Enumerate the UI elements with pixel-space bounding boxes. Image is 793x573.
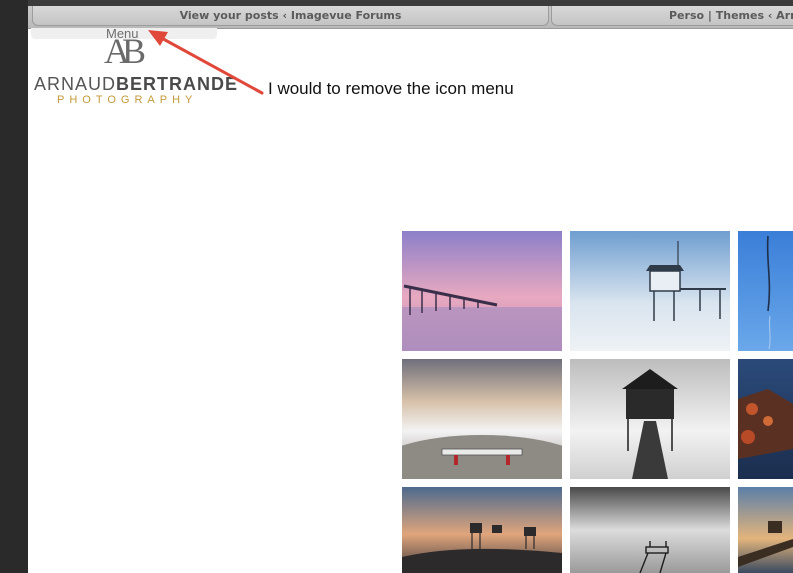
annotation-arrow-icon xyxy=(148,30,264,95)
logo-monogram: AB xyxy=(104,31,146,71)
thumbnail-pier-sunset[interactable] xyxy=(402,231,562,351)
browser-tab-bar: View your posts ‹ Imagevue Forums Perso … xyxy=(28,0,793,29)
annotation-text: I would to remove the icon menu xyxy=(268,79,514,98)
thumbnail-bw-pavilion-jetty[interactable] xyxy=(570,359,730,479)
thumbnail-bench-long-exposure[interactable] xyxy=(402,359,562,479)
thumbnail-bw-diving-platform[interactable] xyxy=(570,487,730,573)
thumbnail-fishing-hut-mist[interactable] xyxy=(570,231,730,351)
tab-imagevue-forums[interactable]: View your posts ‹ Imagevue Forums xyxy=(32,6,549,26)
thumbnail-blue-branch[interactable] xyxy=(738,231,793,351)
logo-name-light: ARNAUD xyxy=(34,74,117,94)
tab-perso-themes[interactable]: Perso | Themes ‹ Arna xyxy=(551,6,793,26)
thumbnail-wooden-walkway-dusk[interactable] xyxy=(738,487,793,573)
thumbnail-red-rocks-sea[interactable] xyxy=(738,359,793,479)
thumbnail-stilt-huts-sunset[interactable] xyxy=(402,487,562,573)
window-left-frame xyxy=(0,0,28,573)
